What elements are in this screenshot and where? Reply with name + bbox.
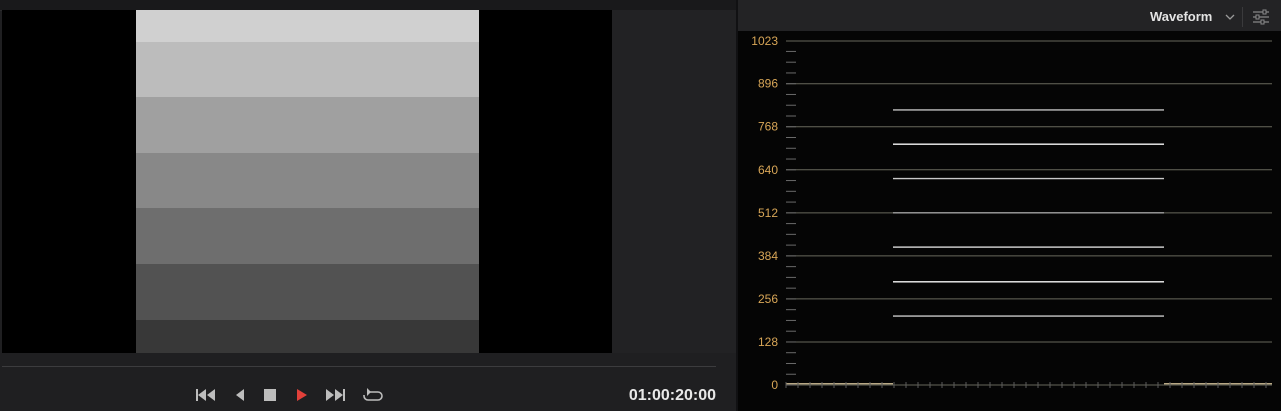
skip-to-start-button[interactable] — [194, 384, 218, 406]
loop-icon — [363, 388, 383, 401]
viewer-side-area — [612, 10, 736, 353]
gray-band — [136, 42, 479, 97]
skip-to-end-icon — [326, 389, 345, 401]
waveform-plot: 1023 896 768 640 512 384 256 128 0 — [738, 31, 1281, 411]
gray-band — [136, 208, 479, 264]
gray-band — [136, 97, 479, 153]
sliders-icon[interactable] — [1250, 7, 1272, 27]
scale-label: 1023 — [751, 34, 778, 48]
scope-header: Waveform — [738, 0, 1281, 32]
stop-button[interactable] — [258, 384, 282, 406]
gray-band — [136, 153, 479, 208]
play-reverse-button[interactable] — [228, 384, 252, 406]
scale-label: 896 — [758, 77, 778, 91]
grayscale-test-chart — [136, 10, 479, 353]
scale-label: 512 — [758, 206, 778, 220]
scope-type-dropdown[interactable]: Waveform — [1150, 0, 1212, 31]
timecode-display: 01:00:20:00 — [628, 387, 716, 404]
play-reverse-icon — [236, 389, 244, 401]
viewer-panel: 01:00:20:00 — [0, 0, 736, 411]
gray-band — [136, 264, 479, 320]
chevron-down-icon[interactable] — [1224, 11, 1236, 23]
skip-to-end-button[interactable] — [323, 384, 347, 406]
scale-label: 640 — [758, 163, 778, 177]
waveform-svg: 1023 896 768 640 512 384 256 128 0 — [751, 34, 1272, 392]
scale-label: 256 — [758, 292, 778, 306]
gray-band — [136, 320, 479, 353]
skip-to-start-icon — [196, 389, 215, 401]
scope-panel: Waveform 1023 896 768 640 512 384 256 128 0 — [738, 0, 1281, 411]
scale-label: 384 — [758, 249, 778, 263]
timeline-scrubber[interactable] — [2, 366, 716, 367]
header-separator — [1242, 7, 1243, 27]
stop-icon — [264, 389, 276, 401]
loop-button[interactable] — [361, 384, 385, 406]
play-button[interactable] — [290, 384, 314, 406]
scale-label: 0 — [771, 378, 778, 392]
play-icon — [297, 389, 307, 401]
scale-label: 768 — [758, 120, 778, 134]
gray-band — [136, 10, 479, 42]
scale-label: 128 — [758, 335, 778, 349]
